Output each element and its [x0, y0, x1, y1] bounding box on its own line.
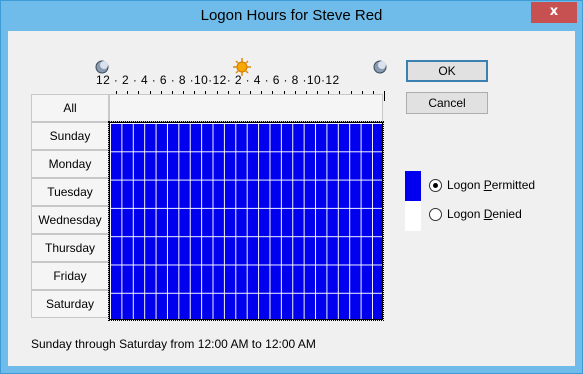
day-button-tuesday[interactable]: Tuesday: [31, 178, 109, 206]
close-button[interactable]: x: [531, 2, 577, 23]
denied-radio-label[interactable]: Logon Denied: [447, 207, 522, 221]
permitted-label-rest: ermitted: [491, 178, 536, 192]
day-button-saturday[interactable]: Saturday: [31, 290, 109, 318]
permitted-radio-label[interactable]: Logon Permitted: [447, 178, 535, 192]
day-button-wednesday[interactable]: Wednesday: [31, 206, 109, 234]
cancel-button[interactable]: Cancel: [406, 92, 488, 114]
hour-tick: [384, 91, 385, 101]
day-button-monday[interactable]: Monday: [31, 150, 109, 178]
denied-label-rest: enied: [492, 207, 522, 221]
logon-hours-dialog: Logon Hours for Steve Red x 12 · 2 · 4 ·…: [0, 0, 583, 374]
hour-header-strip[interactable]: [109, 94, 383, 122]
selection-status-text: Sunday through Saturday from 12:00 AM to…: [31, 337, 316, 351]
permitted-radio[interactable]: [429, 179, 442, 192]
permitted-swatch: [405, 171, 421, 201]
dialog-body: 12 · 2 · 4 · 6 · 8 ·10·12· 2 · 4 · 6 · 8…: [8, 31, 575, 366]
denied-swatch: [405, 201, 421, 231]
hour-scale-labels: 12 · 2 · 4 · 6 · 8 ·10·12· 2 · 4 · 6 · 8…: [96, 73, 340, 87]
ok-button[interactable]: OK: [406, 60, 488, 82]
logon-hours-grid[interactable]: [109, 122, 383, 320]
day-button-sunday[interactable]: Sunday: [31, 122, 109, 150]
title-bar: Logon Hours for Steve Red x: [1, 1, 582, 31]
radio-selected-dot: [433, 183, 438, 188]
denied-label-prefix: Logon: [447, 207, 484, 221]
permitted-label-accesskey: P: [483, 178, 492, 192]
dialog-title: Logon Hours for Steve Red: [200, 7, 383, 24]
day-button-friday[interactable]: Friday: [31, 262, 109, 290]
denied-radio[interactable]: [429, 208, 442, 221]
day-button-thursday[interactable]: Thursday: [31, 234, 109, 262]
permitted-label-prefix: Logon: [447, 178, 484, 192]
all-days-button[interactable]: All: [31, 94, 109, 122]
